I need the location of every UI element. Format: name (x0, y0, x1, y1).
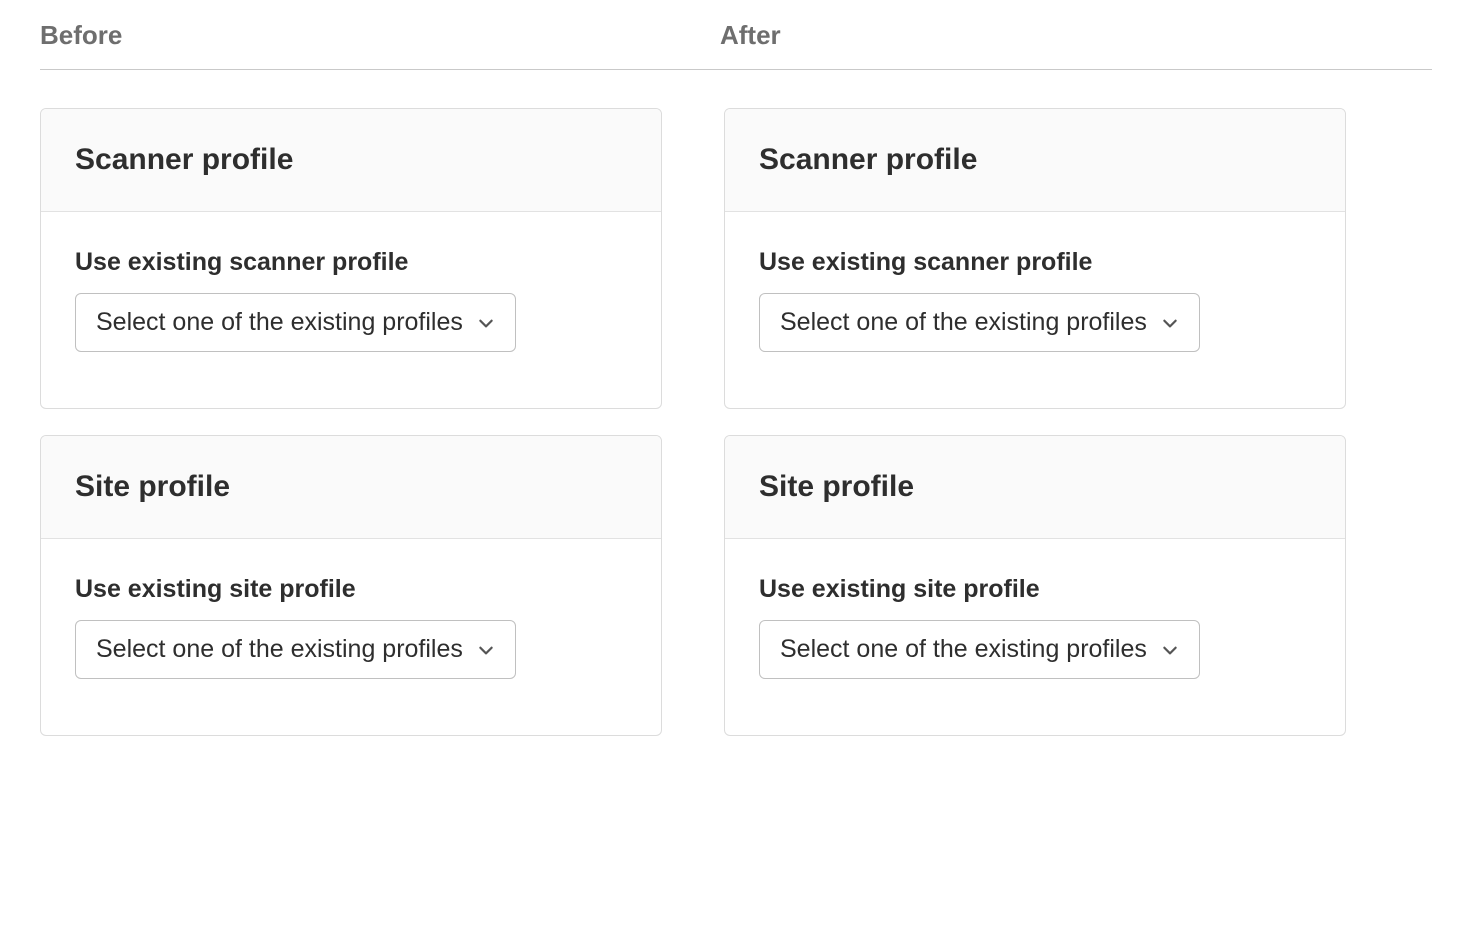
before-heading: Before (40, 20, 122, 50)
site-profile-title: Site profile (75, 470, 627, 504)
scanner-profile-dropdown[interactable]: Select one of the existing profiles (759, 293, 1200, 352)
site-profile-card-before: Site profile Use existing site profile S… (40, 435, 662, 736)
dropdown-text: Select one of the existing profiles (96, 635, 463, 664)
scanner-profile-card-after: Scanner profile Use existing scanner pro… (724, 108, 1346, 409)
card-body: Use existing scanner profile Select one … (41, 212, 661, 408)
chevron-down-icon (1161, 314, 1179, 332)
card-body: Use existing site profile Select one of … (725, 539, 1345, 735)
card-header: Scanner profile (41, 109, 661, 212)
dropdown-text: Select one of the existing profiles (96, 308, 463, 337)
card-body: Use existing site profile Select one of … (41, 539, 661, 735)
before-column: Scanner profile Use existing scanner pro… (40, 108, 662, 762)
card-header: Site profile (725, 436, 1345, 539)
site-profile-title: Site profile (759, 470, 1311, 504)
dropdown-text: Select one of the existing profiles (780, 635, 1147, 664)
chevron-down-icon (477, 641, 495, 659)
site-profile-dropdown[interactable]: Select one of the existing profiles (759, 620, 1200, 679)
after-heading: After (720, 20, 781, 50)
comparison-header: Before After (40, 20, 1432, 70)
card-body: Use existing scanner profile Select one … (725, 212, 1345, 408)
card-header: Site profile (41, 436, 661, 539)
site-field-label: Use existing site profile (75, 575, 627, 604)
site-field-label: Use existing site profile (759, 575, 1311, 604)
scanner-profile-dropdown[interactable]: Select one of the existing profiles (75, 293, 516, 352)
scanner-profile-card-before: Scanner profile Use existing scanner pro… (40, 108, 662, 409)
after-column: Scanner profile Use existing scanner pro… (724, 108, 1346, 762)
dropdown-text: Select one of the existing profiles (780, 308, 1147, 337)
site-profile-card-after: Site profile Use existing site profile S… (724, 435, 1346, 736)
chevron-down-icon (1161, 641, 1179, 659)
chevron-down-icon (477, 314, 495, 332)
scanner-field-label: Use existing scanner profile (75, 248, 627, 277)
scanner-profile-title: Scanner profile (75, 143, 627, 177)
site-profile-dropdown[interactable]: Select one of the existing profiles (75, 620, 516, 679)
card-header: Scanner profile (725, 109, 1345, 212)
scanner-field-label: Use existing scanner profile (759, 248, 1311, 277)
scanner-profile-title: Scanner profile (759, 143, 1311, 177)
